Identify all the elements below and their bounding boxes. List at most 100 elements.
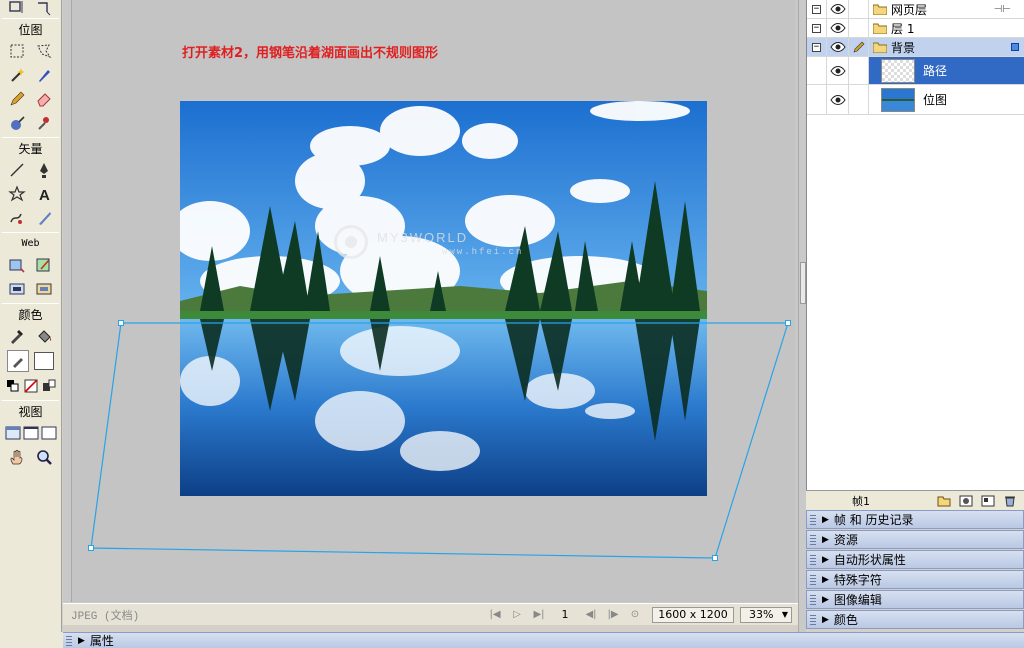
eyedropper-icon[interactable] (6, 325, 28, 347)
eye-icon[interactable] (827, 0, 849, 18)
standard-screen-icon[interactable] (4, 422, 22, 444)
layer-name: 网页层 (891, 2, 928, 17)
play-icon[interactable]: ▷ (506, 606, 528, 624)
layer-name: 层 1 (891, 21, 915, 36)
freeform-icon[interactable] (6, 207, 28, 229)
pencil-icon[interactable] (6, 88, 28, 110)
instruction-text: 打开素材2，用钢笔沿着湖面画出不规则图形 (182, 46, 439, 61)
panel-label: 资源 (833, 533, 858, 547)
magic-wand-icon[interactable] (6, 64, 28, 86)
trash-icon[interactable] (1002, 494, 1018, 508)
lasso-icon[interactable] (33, 40, 55, 62)
vertical-scrollbar[interactable] (798, 0, 806, 632)
canvas-workspace[interactable]: 打开素材2，用钢笔沿着湖面画出不规则图形 MY3WORLD www.hfei.c… (71, 0, 795, 602)
prev-frame-icon[interactable]: ◀| (580, 606, 602, 624)
collapse-icon[interactable]: − (812, 4, 821, 14)
line-icon[interactable] (6, 159, 28, 181)
layer-row-background[interactable]: − 背景 (807, 38, 1024, 57)
web-layer-icon: ⊣⊢ (993, 3, 1011, 15)
pen-icon[interactable] (33, 159, 55, 181)
lock-cell[interactable] (849, 19, 869, 37)
full-screen-menu-icon[interactable] (22, 422, 40, 444)
layer-color-indicator (1011, 43, 1019, 51)
panel-label: 特殊字符 (833, 573, 882, 587)
hand-icon[interactable] (6, 446, 28, 468)
rubber-stamp-icon[interactable] (33, 112, 55, 134)
swap-colors-icon[interactable] (40, 375, 58, 397)
view-section-title: 视图 (18, 405, 43, 419)
marquee-icon[interactable] (6, 40, 28, 62)
fill-color-swatch[interactable] (34, 352, 55, 370)
layer-row-path[interactable]: 路径 (807, 57, 1024, 85)
add-mask-icon[interactable] (958, 494, 974, 508)
new-bitmap-icon[interactable] (980, 494, 996, 508)
zoom-icon[interactable] (33, 446, 55, 468)
layer-row-bitmap[interactable]: 位图 (807, 85, 1024, 115)
panel-image-edit[interactable]: ▶ 图像编辑 (806, 590, 1024, 609)
chevron-down-icon: ▼ (781, 609, 788, 619)
lock-cell[interactable] (849, 85, 869, 114)
layer-name: 位图 (923, 93, 948, 107)
image-size[interactable]: 1600 x 1200 (652, 606, 734, 623)
paint-bucket-icon[interactable] (33, 325, 55, 347)
toolbox: 位图 矢量 A Web 颜色 视图 (0, 0, 62, 632)
eraser-icon[interactable] (33, 88, 55, 110)
default-colors-icon[interactable] (4, 375, 22, 397)
folder-open-icon (873, 42, 887, 53)
eye-icon[interactable] (827, 85, 849, 114)
full-screen-icon[interactable] (40, 422, 58, 444)
slice-icon[interactable] (33, 254, 55, 276)
expand-arrow-icon: ▶ (822, 514, 829, 525)
panel-auto-shape[interactable]: ▶ 自动形状属性 (806, 550, 1024, 569)
panel-colors[interactable]: ▶ 颜色 (806, 610, 1024, 629)
lake-photo[interactable] (180, 101, 707, 496)
hotspot-icon[interactable] (6, 254, 28, 276)
blur-icon[interactable] (6, 112, 28, 134)
file-type-label: JPEG (文档) (71, 610, 140, 623)
eye-icon[interactable] (827, 19, 849, 37)
collapsed-panels: ▶ 帧 和 历史记录 ▶ 资源 ▶ 自动形状属性 ▶ 特殊字符 ▶ 图像编辑 ▶ 颜色 (806, 510, 1024, 632)
folder-icon (873, 23, 887, 34)
first-frame-icon[interactable]: |◀ (484, 606, 506, 624)
last-frame-icon[interactable]: ▶| (528, 606, 550, 624)
stroke-color-icon[interactable] (6, 350, 29, 372)
properties-bar[interactable]: ▶ 属性 (63, 632, 1024, 648)
no-color-icon[interactable] (22, 375, 40, 397)
star-shape-icon[interactable] (6, 183, 28, 205)
expand-arrow-icon: ▶ (822, 594, 829, 605)
eye-icon[interactable] (827, 57, 849, 84)
brush-icon[interactable] (33, 64, 55, 86)
watermark-url: www.hfei.cn (442, 247, 524, 257)
watermark-logo (334, 225, 368, 259)
export-area-icon[interactable] (33, 0, 55, 19)
watermark-text: MY3WORLD (377, 230, 469, 245)
panel-special-chars[interactable]: ▶ 特殊字符 (806, 570, 1024, 589)
show-slices-icon[interactable] (33, 278, 55, 300)
layer-row-layer1[interactable]: − 层 1 (807, 19, 1024, 38)
document-area: 打开素材2，用钢笔沿着湖面画出不规则图形 MY3WORLD www.hfei.c… (63, 0, 798, 625)
knife-icon[interactable] (33, 207, 55, 229)
zoom-value: 33% (749, 607, 774, 621)
new-sublayer-icon[interactable] (936, 494, 952, 508)
next-frame-icon[interactable]: |▶ (602, 606, 624, 624)
collapse-icon[interactable]: − (812, 42, 821, 52)
panel-assets[interactable]: ▶ 资源 (806, 530, 1024, 549)
zoom-select[interactable]: 33% ▼ (740, 606, 792, 623)
layer-row-web[interactable]: − 网页层 ⊣⊢ (807, 0, 1024, 19)
frame-label: 帧1 (852, 494, 870, 508)
hide-slices-icon[interactable] (6, 278, 28, 300)
path-thumbnail (881, 58, 915, 83)
panel-frames-history[interactable]: ▶ 帧 和 历史记录 (806, 510, 1024, 529)
text-tool-icon[interactable]: A (33, 183, 55, 205)
loop-icon[interactable]: ⊙ (624, 606, 646, 624)
layer-name: 路径 (923, 64, 948, 78)
lock-cell[interactable] (849, 0, 869, 18)
bitmap-section-title: 位图 (18, 23, 43, 37)
eye-icon[interactable] (827, 38, 849, 56)
lock-cell[interactable] (849, 57, 869, 84)
layers-panel: − 网页层 ⊣⊢ − 层 1 − 背景 路径 位图 (806, 0, 1024, 510)
expand-arrow-icon: ▶ (822, 574, 829, 585)
crop-icon[interactable] (6, 0, 28, 19)
edit-pencil-icon[interactable] (849, 38, 869, 56)
collapse-icon[interactable]: − (812, 23, 821, 33)
